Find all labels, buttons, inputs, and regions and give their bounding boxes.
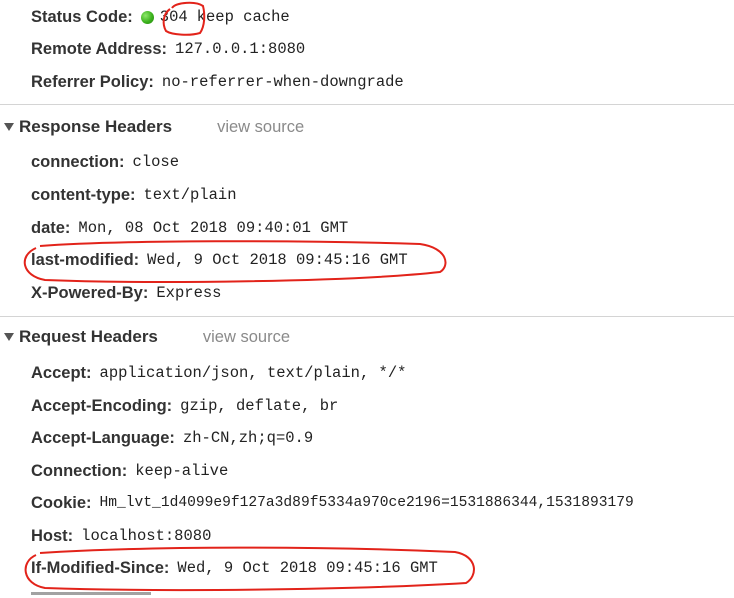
request-header-row: Cookie: Hm_lvt_1d4099e9f127a3d89f5334a97… <box>31 491 634 515</box>
request-headers-title[interactable]: Request Headers <box>19 327 158 347</box>
header-key: Accept-Language: <box>31 428 175 447</box>
response-headers-section-header[interactable]: Response Headers view source <box>0 114 304 140</box>
request-headers-section-header[interactable]: Request Headers view source <box>0 324 290 350</box>
cut-off-row-fragment <box>31 592 151 598</box>
header-key: last-modified: <box>31 250 140 269</box>
header-key: X-Powered-By: <box>31 283 149 302</box>
response-headers-title[interactable]: Response Headers <box>19 117 172 137</box>
status-code-value: 304 <box>159 8 188 26</box>
status-code-key: Status Code: <box>31 7 133 26</box>
section-divider <box>0 316 734 317</box>
response-header-row: X-Powered-By: Express <box>31 281 221 305</box>
header-value: zh-CN,zh;q=0.9 <box>182 429 314 447</box>
header-value: Wed, 9 Oct 2018 09:45:16 GMT <box>147 251 408 269</box>
status-code-text: keep cache <box>196 8 290 26</box>
header-value: Wed, 9 Oct 2018 09:45:16 GMT <box>177 559 438 577</box>
header-value: keep-alive <box>135 462 229 480</box>
status-ok-icon <box>140 10 154 24</box>
header-key: Cookie: <box>31 493 92 512</box>
header-value: application/json, text/plain, */* <box>99 364 407 382</box>
remote-address-value: 127.0.0.1:8080 <box>175 40 306 58</box>
response-view-source-link[interactable]: view source <box>217 118 304 137</box>
header-value: Express <box>156 284 222 302</box>
header-value: localhost:8080 <box>81 527 212 545</box>
request-header-row: Accept: application/json, text/plain, */… <box>31 361 406 385</box>
status-code-row: Status Code: 304 keep cache <box>31 5 290 29</box>
expand-triangle-icon[interactable] <box>4 123 14 131</box>
header-key: Host: <box>31 526 74 545</box>
request-view-source-link[interactable]: view source <box>203 328 290 347</box>
remote-address-key: Remote Address: <box>31 39 168 58</box>
header-value: text/plain <box>143 186 237 204</box>
referrer-policy-row: Referrer Policy: no-referrer-when-downgr… <box>31 70 404 94</box>
request-header-row: Host: localhost:8080 <box>31 524 211 548</box>
request-header-row-cut <box>31 586 151 598</box>
header-value: Mon, 08 Oct 2018 09:40:01 GMT <box>78 219 349 237</box>
expand-triangle-icon[interactable] <box>4 333 14 341</box>
section-divider <box>0 104 734 105</box>
remote-address-row: Remote Address: 127.0.0.1:8080 <box>31 37 305 61</box>
response-header-row: connection: close <box>31 150 179 174</box>
response-header-row: last-modified: Wed, 9 Oct 2018 09:45:16 … <box>31 248 408 272</box>
header-key: connection: <box>31 152 125 171</box>
request-header-row: Connection: keep-alive <box>31 459 228 483</box>
response-header-row: content-type: text/plain <box>31 183 237 207</box>
header-key: Accept: <box>31 363 92 382</box>
header-key: Accept-Encoding: <box>31 396 173 415</box>
header-value: close <box>132 153 180 171</box>
header-key: If-Modified-Since: <box>31 558 170 577</box>
header-key: date: <box>31 218 71 237</box>
referrer-policy-value: no-referrer-when-downgrade <box>161 73 404 91</box>
request-header-row: Accept-Language: zh-CN,zh;q=0.9 <box>31 426 313 450</box>
request-header-row: Accept-Encoding: gzip, deflate, br <box>31 394 338 418</box>
header-key: content-type: <box>31 185 136 204</box>
request-header-row: If-Modified-Since: Wed, 9 Oct 2018 09:45… <box>31 556 438 580</box>
response-header-row: date: Mon, 08 Oct 2018 09:40:01 GMT <box>31 216 348 240</box>
referrer-policy-key: Referrer Policy: <box>31 72 154 91</box>
header-value: Hm_lvt_1d4099e9f127a3d89f5334a970ce2196=… <box>99 495 634 511</box>
header-key: Connection: <box>31 461 128 480</box>
header-value: gzip, deflate, br <box>180 397 339 415</box>
